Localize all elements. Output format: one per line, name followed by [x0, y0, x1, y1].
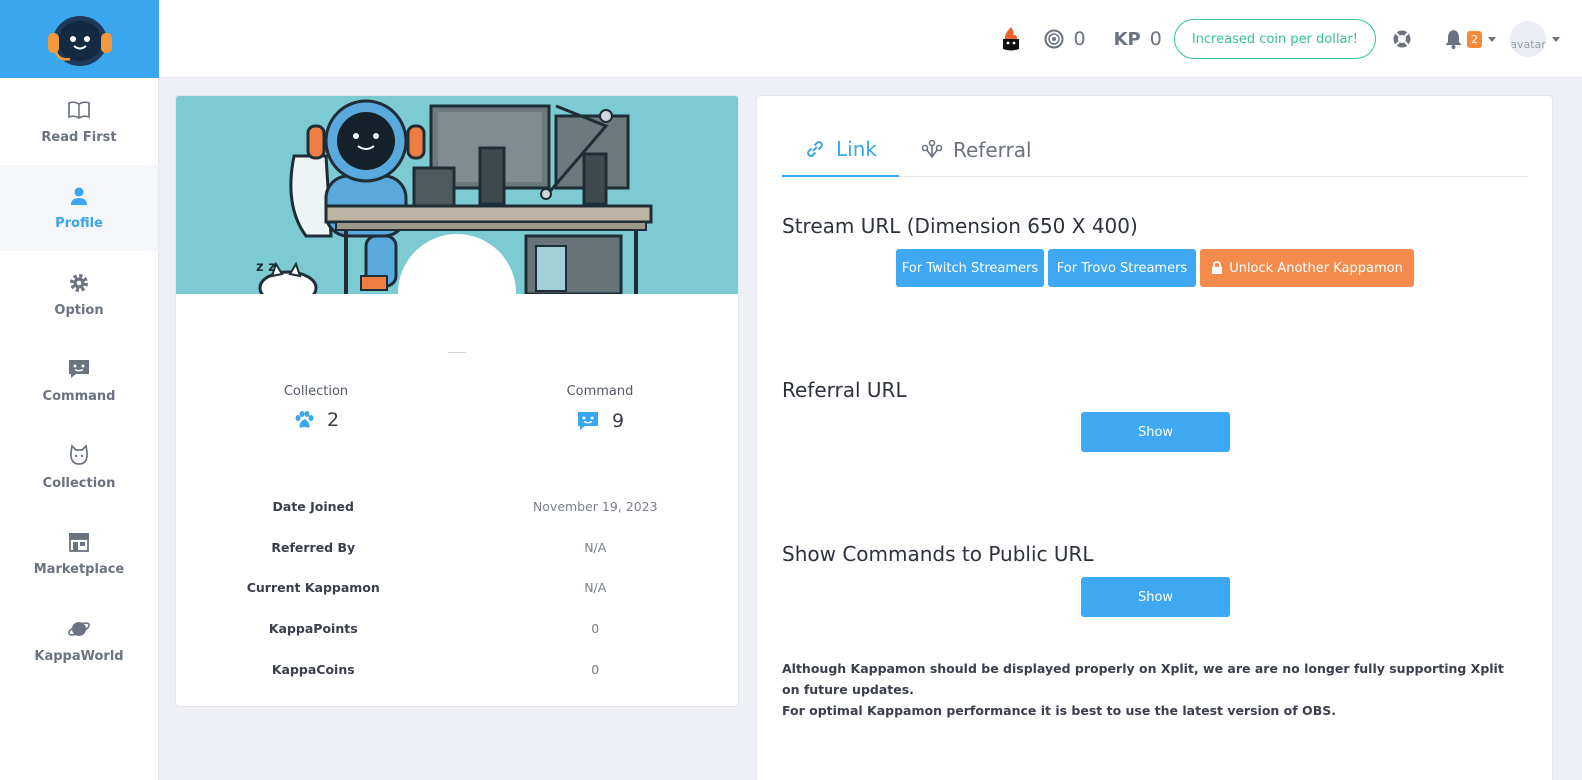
- chevron-down-icon: [1552, 36, 1560, 42]
- twitch-streamers-button[interactable]: For Twitch Streamers: [896, 249, 1044, 287]
- command-label: Command: [566, 384, 634, 399]
- app-logo[interactable]: [0, 0, 159, 78]
- info-row-kappapoints: KappaPoints 0: [176, 608, 738, 649]
- unlock-label: Unlock Another Kappamon: [1229, 260, 1403, 276]
- info-row-referred-by: Referred By N/A: [176, 527, 738, 568]
- commands-show-button[interactable]: Show: [1081, 577, 1230, 617]
- profile-card: z z Collection 2 Command 9 Date Joined N…: [175, 95, 739, 707]
- info-row-kappacoins: KappaCoins 0: [176, 649, 738, 690]
- command-stat: Command 9: [460, 384, 738, 433]
- unlock-kappamon-button[interactable]: Unlock Another Kappamon: [1200, 249, 1414, 287]
- network-icon: [921, 139, 943, 159]
- collection-count: 2: [326, 409, 340, 431]
- top-header: 0 KP 0 Increased coin per dollar! 2 avat…: [159, 0, 1582, 78]
- notifications-button[interactable]: 2: [1444, 29, 1496, 49]
- info-key: Referred By: [271, 539, 356, 555]
- avatar-divider: [448, 352, 466, 353]
- info-key: KappaPoints: [268, 621, 358, 637]
- user-icon: [71, 187, 87, 206]
- chat-icon: [577, 412, 598, 430]
- notice-line: Although Kappamon should be displayed pr…: [782, 661, 1504, 697]
- info-value: N/A: [584, 539, 607, 555]
- sidebar-item-label: Command: [42, 389, 116, 405]
- sidebar-item-label: Profile: [55, 216, 103, 232]
- sidebar-item-profile[interactable]: Profile: [0, 164, 158, 251]
- profile-stats: Collection 2 Command 9: [176, 384, 738, 433]
- sidebar-item-collection[interactable]: Collection: [0, 424, 158, 511]
- lock-icon: [1212, 261, 1223, 274]
- xplit-notice: Although Kappamon should be displayed pr…: [782, 658, 1522, 721]
- collection-label: Collection: [283, 384, 349, 399]
- coin-balance[interactable]: 0: [1044, 28, 1086, 50]
- notice-line: For optimal Kappamon performance it is b…: [782, 703, 1336, 718]
- shop-icon: [69, 533, 89, 553]
- kp-value: 0: [1149, 28, 1162, 50]
- sidebar-item-label: Marketplace: [33, 562, 125, 578]
- sidebar-item-command[interactable]: Command: [0, 338, 158, 425]
- info-value: November 19, 2023: [532, 498, 658, 514]
- tab-label: Referral: [952, 138, 1032, 162]
- tab-link[interactable]: Link: [782, 123, 899, 177]
- tab-referral[interactable]: Referral: [899, 123, 1054, 177]
- info-row-date-joined: Date Joined November 19, 2023: [176, 486, 738, 527]
- stream-url-title: Stream URL (Dimension 650 X 400): [782, 214, 1138, 238]
- kp-balance[interactable]: KP 0: [1114, 28, 1162, 50]
- sidebar-item-label: Option: [54, 302, 104, 318]
- svg-text:z z: z z: [256, 260, 276, 275]
- gear-icon: [70, 273, 88, 292]
- help-button[interactable]: [1392, 29, 1412, 49]
- coin-icon: [1044, 29, 1063, 49]
- info-row-current-kappamon: Current Kappamon N/A: [176, 568, 738, 609]
- bell-icon: [1445, 30, 1462, 49]
- profile-info-table: Date Joined November 19, 2023 Referred B…: [176, 486, 738, 690]
- link-icon: [807, 141, 823, 157]
- referral-show-button[interactable]: Show: [1081, 412, 1230, 452]
- book-icon: [68, 101, 90, 119]
- info-key: KappaCoins: [271, 662, 355, 678]
- chevron-down-icon: [1488, 36, 1496, 42]
- kp-label: KP: [1113, 28, 1141, 50]
- coin-value: 0: [1073, 28, 1086, 50]
- sidebar-item-kappaworld[interactable]: KappaWorld: [0, 597, 158, 684]
- info-key: Current Kappamon: [246, 580, 380, 596]
- info-value: 0: [591, 662, 600, 678]
- link-panel: Link Referral Stream URL (Dimension 650 …: [756, 95, 1553, 780]
- kappamon-logo-icon: [47, 16, 112, 66]
- chat-icon: [69, 360, 89, 379]
- info-value: 0: [591, 621, 600, 637]
- sidebar-item-option[interactable]: Option: [0, 251, 158, 338]
- sidebar-item-read-first[interactable]: Read First: [0, 78, 158, 165]
- trovo-streamers-button[interactable]: For Trovo Streamers: [1048, 249, 1196, 287]
- promo-button[interactable]: Increased coin per dollar!: [1173, 19, 1376, 59]
- tab-bar: Link Referral: [782, 123, 1528, 177]
- flame-icon: [1002, 27, 1019, 51]
- referral-url-title: Referral URL: [782, 378, 907, 402]
- sidebar: Read First Profile Option Command Collec…: [0, 0, 159, 780]
- planet-icon: [68, 621, 90, 636]
- collection-stat: Collection 2: [176, 384, 460, 433]
- info-key: Date Joined: [272, 498, 354, 514]
- streak-flame[interactable]: [1000, 26, 1022, 52]
- paw-icon: [295, 411, 314, 428]
- profile-avatar: [398, 234, 516, 352]
- sidebar-item-label: Read First: [41, 129, 117, 145]
- info-value: N/A: [584, 580, 607, 596]
- user-menu[interactable]: avatar: [1510, 21, 1560, 57]
- sidebar-item-label: Collection: [42, 475, 116, 491]
- notification-badge: 2: [1467, 30, 1482, 48]
- sidebar-item-label: KappaWorld: [34, 648, 124, 664]
- avatar: avatar: [1510, 21, 1546, 57]
- sidebar-item-marketplace[interactable]: Marketplace: [0, 511, 158, 598]
- tab-label: Link: [836, 137, 877, 161]
- command-count: 9: [611, 410, 625, 432]
- cat-icon: [70, 443, 88, 465]
- public-commands-title: Show Commands to Public URL: [782, 542, 1094, 566]
- lifebuoy-icon: [1393, 30, 1411, 48]
